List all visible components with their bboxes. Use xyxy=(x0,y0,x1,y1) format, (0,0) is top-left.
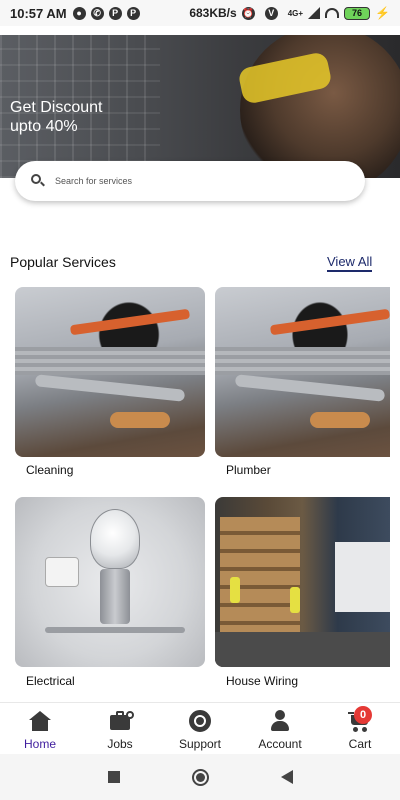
section-title: Popular Services xyxy=(10,254,116,270)
jobs-icon xyxy=(108,709,134,733)
service-card-plumber[interactable] xyxy=(215,287,390,457)
status-bar: 10:57 AM ● ✆ P P 683KB/s ⏰ V 4G+ 76 ⚡ xyxy=(0,0,400,26)
app-p-icon: P xyxy=(108,6,122,20)
battery-icon: 76 xyxy=(344,6,371,20)
banner-line-2: upto 40% xyxy=(10,118,78,135)
cart-count-badge: 0 xyxy=(354,706,372,724)
nav-home-label: Home xyxy=(23,737,56,751)
network-speed: 683KB/s xyxy=(189,6,237,20)
view-all-link[interactable]: View All xyxy=(327,254,373,272)
signal-icon xyxy=(308,7,321,19)
nav-account-label: Account xyxy=(258,737,302,751)
service-label-electrical[interactable]: Electrical xyxy=(26,674,75,688)
nav-jobs[interactable]: Jobs xyxy=(80,703,160,754)
network-type: 4G+ xyxy=(287,8,304,18)
notification-icon: ● xyxy=(72,6,86,20)
system-navigation xyxy=(0,754,400,800)
volte-icon: V xyxy=(264,6,278,20)
back-icon[interactable] xyxy=(280,770,293,784)
whatsapp-icon: ✆ xyxy=(90,6,104,20)
nav-home[interactable]: Home xyxy=(0,703,80,754)
status-time: 10:57 AM xyxy=(10,5,67,21)
nav-support[interactable]: Support xyxy=(160,703,240,754)
bottom-navigation: Home Jobs Support Account Cart xyxy=(0,702,400,754)
alarm-icon: ⏰ xyxy=(241,6,255,20)
account-icon xyxy=(268,709,292,733)
status-right: 683KB/s ⏰ V 4G+ 76 ⚡ xyxy=(189,6,390,20)
wifi-icon xyxy=(325,8,340,18)
support-icon xyxy=(188,709,212,733)
service-card-cleaning[interactable] xyxy=(15,287,205,457)
home-icon xyxy=(28,709,52,733)
search-bar[interactable] xyxy=(15,161,365,201)
search-input[interactable] xyxy=(55,176,325,186)
promo-banner[interactable]: Get Discount upto 40% xyxy=(0,35,400,178)
service-label-plumber[interactable]: Plumber xyxy=(226,463,271,477)
nav-jobs-label: Jobs xyxy=(107,737,133,751)
service-card-house-wiring[interactable] xyxy=(215,497,390,667)
service-label-house-wiring[interactable]: House Wiring xyxy=(226,674,298,688)
nav-cart-label: Cart xyxy=(348,737,372,751)
nav-support-label: Support xyxy=(178,737,222,751)
search-icon xyxy=(31,174,45,188)
home-button-icon[interactable] xyxy=(191,768,209,786)
banner-line-1: Get Discount xyxy=(10,99,103,116)
service-label-cleaning[interactable]: Cleaning xyxy=(26,463,73,477)
app-screen: 10:57 AM ● ✆ P P 683KB/s ⏰ V 4G+ 76 ⚡ Ge… xyxy=(0,0,400,800)
recents-icon[interactable] xyxy=(107,771,120,783)
banner-text: Get Discount upto 40% xyxy=(10,98,102,136)
service-card-electrical[interactable] xyxy=(15,497,205,667)
charging-icon: ⚡ xyxy=(375,6,390,20)
nav-account[interactable]: Account xyxy=(240,703,320,754)
app-p-icon-2: P xyxy=(126,6,140,20)
